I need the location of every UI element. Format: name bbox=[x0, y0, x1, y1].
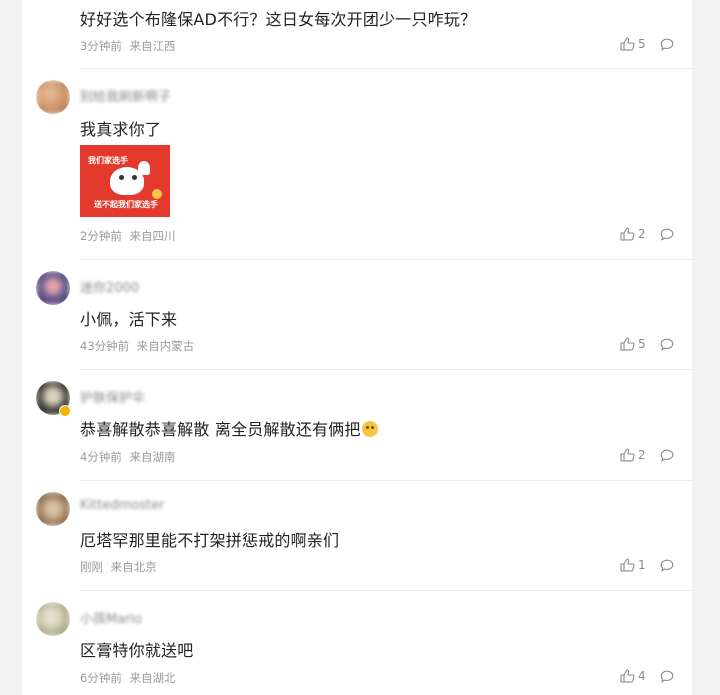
like-count: 2 bbox=[638, 448, 646, 462]
comment-meta: 2分钟前 来自四川 bbox=[80, 228, 179, 244]
sticker-image[interactable]: 我们家选手 送不起我们家选手 bbox=[80, 145, 170, 217]
thumbs-up-icon bbox=[620, 337, 635, 351]
comment-meta: 4分钟前 来自湖南 bbox=[80, 449, 179, 465]
like-count: 2 bbox=[638, 227, 646, 241]
divider bbox=[80, 369, 692, 370]
username[interactable]: 护肤保护伞 bbox=[80, 387, 145, 406]
comment-meta: 刚刚 来自北京 bbox=[80, 559, 161, 575]
comment-meta: 3分钟前 来自江西 bbox=[80, 38, 179, 54]
thumbs-up-icon bbox=[620, 669, 635, 683]
comment-meta: 43分钟前 来自内蒙古 bbox=[80, 338, 198, 354]
comment-time: 刚刚 bbox=[80, 560, 103, 574]
comment-time: 3分钟前 bbox=[80, 39, 122, 53]
comment-time: 6分钟前 bbox=[80, 671, 122, 685]
like-button[interactable]: 4 bbox=[620, 669, 646, 683]
divider bbox=[80, 480, 692, 481]
like-button[interactable]: 2 bbox=[620, 448, 646, 462]
comment-time: 43分钟前 bbox=[80, 339, 130, 353]
like-button[interactable]: 1 bbox=[620, 558, 646, 572]
username[interactable]: Kittedmoster bbox=[80, 498, 164, 513]
comment-time: 4分钟前 bbox=[80, 450, 122, 464]
like-count: 5 bbox=[638, 337, 646, 351]
thumbs-up-icon bbox=[620, 448, 635, 462]
thumbs-up-icon bbox=[620, 558, 635, 572]
like-button[interactable]: 5 bbox=[620, 37, 646, 51]
comment-text: 区膏特你就送吧 bbox=[80, 641, 194, 660]
like-count: 1 bbox=[638, 558, 646, 572]
avatar[interactable] bbox=[36, 602, 70, 636]
comment-list: 好好选个布隆保AD不行？这日女每次开团少一只咋玩？ 3分钟前 来自江西 5 别给… bbox=[22, 0, 692, 695]
comment-meta: 6分钟前 来自湖北 bbox=[80, 670, 179, 686]
comment-text: 恭喜解散恭喜解散 离全员解散还有俩把 bbox=[80, 416, 378, 440]
avatar[interactable] bbox=[36, 80, 70, 114]
comment-text: 我真求你了 bbox=[80, 120, 162, 139]
comment-text: 小佩，活下来 bbox=[80, 310, 178, 329]
username[interactable]: 迷你2000 bbox=[80, 277, 139, 296]
comment-location: 来自湖北 bbox=[129, 671, 176, 685]
scared-face-emoji-icon bbox=[361, 421, 378, 437]
reply-button[interactable] bbox=[660, 338, 674, 351]
like-count: 5 bbox=[638, 37, 646, 51]
comment-bubble-icon bbox=[660, 38, 674, 51]
comment-bubble-icon bbox=[660, 670, 674, 683]
sticker-top-text: 我们家选手 bbox=[88, 156, 128, 165]
like-count: 4 bbox=[638, 669, 646, 683]
like-button[interactable]: 2 bbox=[620, 227, 646, 241]
reply-button[interactable] bbox=[660, 228, 674, 241]
avatar[interactable] bbox=[36, 271, 70, 305]
divider bbox=[80, 590, 692, 591]
reply-button[interactable] bbox=[660, 38, 674, 51]
username[interactable]: 小孩Mario bbox=[80, 608, 142, 627]
comment-text: 厄塔罕那里能不打架拼惩戒的啊亲们 bbox=[80, 531, 340, 550]
comment-location: 来自江西 bbox=[129, 39, 176, 53]
comment-location: 来自内蒙古 bbox=[136, 339, 195, 353]
avatar[interactable] bbox=[36, 492, 70, 526]
comment-time: 2分钟前 bbox=[80, 229, 122, 243]
comment-bubble-icon bbox=[660, 228, 674, 241]
thumbs-up-icon bbox=[620, 37, 635, 51]
comment-text: 好好选个布隆保AD不行？这日女每次开团少一只咋玩？ bbox=[80, 10, 477, 29]
comment-location: 来自湖南 bbox=[129, 450, 176, 464]
username[interactable]: 别给我刷新啊子 bbox=[80, 86, 171, 105]
comment-bubble-icon bbox=[660, 559, 674, 572]
reply-button[interactable] bbox=[660, 670, 674, 683]
like-button[interactable]: 5 bbox=[620, 337, 646, 351]
verified-badge-icon bbox=[59, 405, 71, 417]
divider bbox=[80, 68, 692, 69]
sticker-bottom-text: 送不起我们家选手 bbox=[94, 200, 158, 209]
reply-button[interactable] bbox=[660, 559, 674, 572]
divider bbox=[80, 259, 692, 260]
thumbs-up-icon bbox=[620, 227, 635, 241]
comment-bubble-icon bbox=[660, 338, 674, 351]
comment-location: 来自四川 bbox=[129, 229, 176, 243]
reply-button[interactable] bbox=[660, 449, 674, 462]
comment-bubble-icon bbox=[660, 449, 674, 462]
comment-location: 来自北京 bbox=[110, 560, 157, 574]
comment-text-content: 恭喜解散恭喜解散 离全员解散还有俩把 bbox=[80, 420, 361, 439]
